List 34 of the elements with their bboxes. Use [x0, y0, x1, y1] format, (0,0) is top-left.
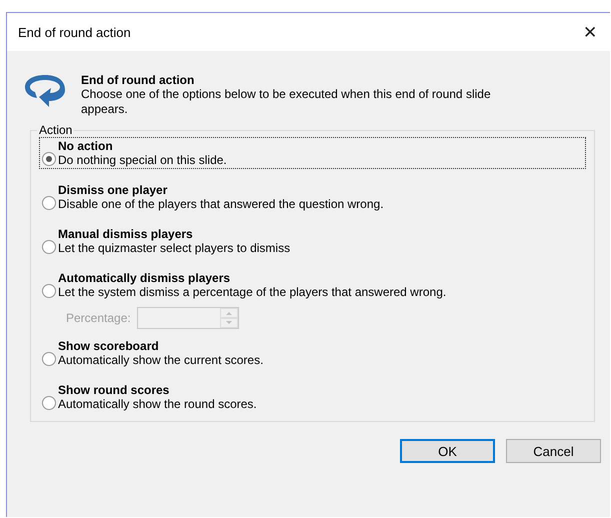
- option-item[interactable]: Dismiss one player Disable one of the players that answered the question wrong.: [39, 181, 586, 213]
- option-description: Let the quizmaster select players to dismiss: [58, 241, 290, 255]
- option-title: Automatically dismiss players: [58, 271, 232, 285]
- option-title: Manual dismiss players: [58, 227, 194, 241]
- option-description: Let the system dismiss a percentage of the players that answered wrong.: [58, 285, 446, 299]
- option-item[interactable]: Manual dismiss players Let the quizmaster select players to dismiss: [39, 225, 586, 257]
- radio-button[interactable]: [42, 152, 56, 166]
- radio-button[interactable]: [42, 396, 56, 410]
- close-button[interactable]: ✕: [570, 17, 610, 47]
- radio-button[interactable]: [42, 196, 56, 210]
- cancel-button[interactable]: Cancel: [506, 439, 601, 463]
- percentage-label: Percentage:: [66, 311, 131, 325]
- group-label: Action: [38, 123, 74, 137]
- option-description: Do nothing special on this slide.: [58, 153, 227, 167]
- radio-button[interactable]: [42, 352, 56, 366]
- option-title: No action: [58, 139, 114, 153]
- spinner-arrows-icon[interactable]: [220, 308, 238, 328]
- option-title: Dismiss one player: [58, 183, 168, 197]
- radio-button[interactable]: [42, 240, 56, 254]
- option-description: Automatically show the round scores.: [58, 397, 257, 411]
- percentage-field[interactable]: [136, 307, 239, 329]
- option-item[interactable]: Show scoreboard Automatically show the current scores.: [39, 337, 586, 369]
- ok-button[interactable]: OK: [400, 439, 495, 463]
- loop-arrow-icon: [23, 73, 67, 109]
- header-title: End of round action: [81, 73, 196, 87]
- option-description: Disable one of the players that answered the question wrong.: [58, 197, 384, 211]
- option-title: Show scoreboard: [58, 339, 160, 353]
- option-description: Automatically show the current scores.: [58, 353, 264, 367]
- option-item[interactable]: No action Do nothing special on this slide.: [39, 137, 586, 169]
- radio-button[interactable]: [42, 284, 56, 298]
- window-title: End of round action: [18, 24, 131, 40]
- header-description: Choose one of the options below to be executed when this end of round slide appears.: [81, 87, 492, 117]
- option-title: Show round scores: [58, 383, 170, 397]
- option-item[interactable]: Show round scores Automatically show the round scores.: [39, 381, 586, 413]
